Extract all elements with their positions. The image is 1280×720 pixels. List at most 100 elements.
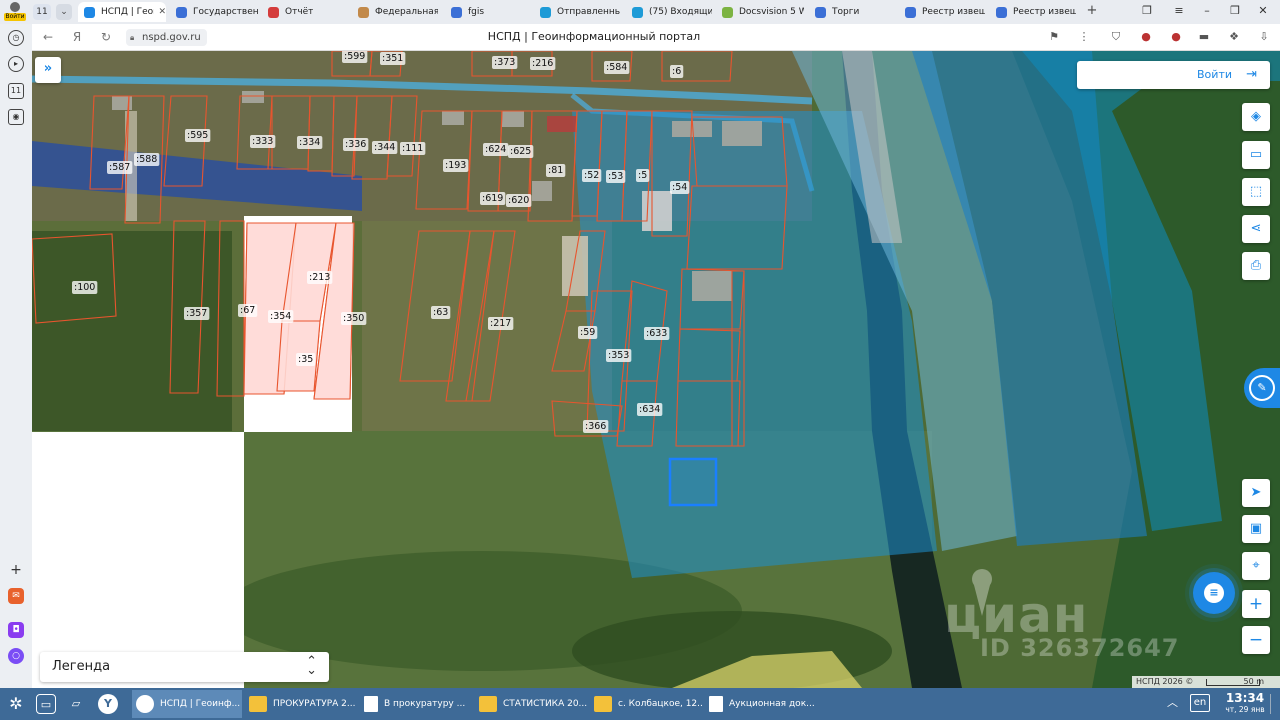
ruler-button[interactable]: ▭ bbox=[1242, 141, 1270, 169]
zoom-out-button[interactable]: − bbox=[1242, 626, 1270, 654]
extension-icon[interactable]: ● bbox=[1168, 29, 1184, 45]
new-tab-button[interactable]: + bbox=[1085, 4, 1099, 18]
tab-federalnaya[interactable]: Федеральная bbox=[358, 2, 438, 22]
layers-button[interactable]: ◈ bbox=[1242, 103, 1270, 131]
mail-app-icon[interactable]: ✉ bbox=[8, 588, 24, 604]
tab-docsvision[interactable]: Docsvision 5 W bbox=[722, 2, 804, 22]
show-desktop-button[interactable] bbox=[1270, 694, 1274, 714]
parcel-label[interactable]: :595 bbox=[187, 130, 208, 141]
protect-icon[interactable]: ⛉ bbox=[1108, 29, 1124, 45]
language-indicator[interactable]: en bbox=[1190, 694, 1210, 712]
tab-list-button[interactable]: ⌄ bbox=[56, 4, 72, 20]
parcel-label[interactable]: :193 bbox=[445, 160, 466, 171]
parcel-label[interactable]: :5 bbox=[638, 170, 647, 181]
tab-reestr-2[interactable]: Реестр извещ bbox=[996, 2, 1076, 22]
parcel-label[interactable]: :81 bbox=[548, 165, 563, 176]
map-view[interactable]: :595:333:334:336:344:111:193:624:625:587… bbox=[32, 51, 1280, 688]
play-icon[interactable]: ▸ bbox=[8, 56, 24, 72]
tab-fgis[interactable]: fgis bbox=[451, 2, 531, 22]
extension-icon[interactable]: ● bbox=[1138, 29, 1154, 45]
parcel-label[interactable]: :625 bbox=[510, 146, 531, 157]
parcel-label[interactable]: :366 bbox=[585, 421, 606, 432]
parcel-label[interactable]: :216 bbox=[532, 58, 553, 69]
file-manager-icon[interactable]: ▱ bbox=[66, 694, 86, 714]
tab-torgi[interactable]: Торги bbox=[815, 2, 895, 22]
legend-dropdown[interactable]: Легенда ⌃ ⌄ bbox=[40, 652, 329, 682]
tab-nspd[interactable]: НСПД | Геои ✕ bbox=[78, 2, 166, 22]
parcel-label[interactable]: :100 bbox=[74, 282, 95, 293]
parcel-label[interactable]: :353 bbox=[608, 350, 629, 361]
chat-button[interactable]: ≡ bbox=[1193, 572, 1235, 614]
parcel-label[interactable]: :52 bbox=[584, 170, 599, 181]
more-options-icon[interactable]: ⋮ bbox=[1076, 29, 1092, 45]
select-area-button[interactable]: ⬚ bbox=[1242, 178, 1270, 206]
parcel-label[interactable]: :217 bbox=[490, 318, 511, 329]
parcel-label[interactable]: :336 bbox=[345, 139, 366, 150]
taskbar-item-prokuratura-folder[interactable]: ПРОКУРАТУРА 2... bbox=[245, 690, 357, 718]
parcel-label[interactable]: :620 bbox=[508, 195, 529, 206]
parcel-label[interactable]: :351 bbox=[382, 53, 403, 64]
reader-icon[interactable]: ▬ bbox=[1196, 29, 1212, 45]
parcel-label[interactable]: :633 bbox=[646, 328, 667, 339]
profile-button[interactable]: Войти bbox=[4, 2, 26, 22]
share-button[interactable]: ⋖ bbox=[1242, 215, 1270, 243]
print-button[interactable]: ⎙ bbox=[1242, 252, 1270, 280]
add-panel-icon[interactable]: + bbox=[8, 562, 24, 578]
parcel-label[interactable]: :350 bbox=[343, 313, 364, 324]
tab-inbox[interactable]: (75) Входящие bbox=[632, 2, 712, 22]
parcel-label[interactable]: :213 bbox=[309, 272, 330, 283]
tab-reestr-1[interactable]: Реестр извещ bbox=[905, 2, 985, 22]
parcel-label[interactable]: :584 bbox=[606, 62, 627, 73]
parcel-label[interactable]: :619 bbox=[482, 193, 503, 204]
parcel-label[interactable]: :63 bbox=[433, 307, 448, 318]
bookmark-icon[interactable]: ⚑ bbox=[1046, 29, 1062, 45]
tab-count-button[interactable]: 11 bbox=[33, 4, 51, 20]
task-view-icon[interactable]: ▭ bbox=[36, 694, 56, 714]
alice-icon[interactable]: ○ bbox=[8, 648, 24, 664]
yandex-browser-icon[interactable]: Y bbox=[98, 694, 118, 714]
zoom-in-button[interactable]: + bbox=[1242, 590, 1270, 618]
parcel-label[interactable]: :111 bbox=[402, 143, 423, 154]
downloads-icon[interactable]: ⇩ bbox=[1256, 29, 1272, 45]
maximize-icon[interactable]: ❒ bbox=[1228, 4, 1242, 18]
minimize-icon[interactable]: – bbox=[1200, 4, 1214, 18]
feedback-tab[interactable]: ✎ bbox=[1244, 368, 1280, 408]
parcel-label[interactable]: :354 bbox=[270, 311, 291, 322]
parcel-label[interactable]: :588 bbox=[136, 154, 157, 165]
collections-icon[interactable]: ❐ bbox=[1140, 4, 1154, 18]
close-window-icon[interactable]: ✕ bbox=[1256, 4, 1270, 18]
parcel-label[interactable]: :59 bbox=[580, 327, 595, 338]
parcel-label[interactable]: :599 bbox=[344, 51, 365, 62]
screenshot-icon[interactable]: ◉ bbox=[8, 109, 24, 125]
taskbar-item-kolbatskoe-folder[interactable]: с. Колбацкое, 12... bbox=[590, 690, 702, 718]
tray-expand-icon[interactable]: ︿ bbox=[1167, 694, 1178, 710]
taskbar-item-auction-doc[interactable]: Аукционная док... bbox=[705, 690, 817, 718]
parcel-label[interactable]: :357 bbox=[186, 308, 207, 319]
login-button[interactable]: Войти ⇥ bbox=[1077, 61, 1270, 89]
parcel-label[interactable]: :634 bbox=[639, 404, 660, 415]
parcel-label[interactable]: :6 bbox=[672, 66, 681, 77]
parcel-label[interactable]: :54 bbox=[672, 182, 687, 193]
taskbar-item-nspd[interactable]: НСПД | Геоинф... bbox=[132, 690, 242, 718]
taskbar-item-statistika-folder[interactable]: СТАТИСТИКА 20... bbox=[475, 690, 587, 718]
parcel-label[interactable]: :35 bbox=[298, 354, 313, 365]
tab-sent-mail[interactable]: Отправленные bbox=[540, 2, 620, 22]
parcel-label[interactable]: :587 bbox=[109, 162, 130, 173]
extension-puzzle-icon[interactable]: ❖ bbox=[1226, 29, 1242, 45]
menu-icon[interactable]: ≡ bbox=[1172, 4, 1186, 18]
parcel-label[interactable]: :67 bbox=[240, 305, 255, 316]
tab-close-icon[interactable]: ✕ bbox=[158, 7, 166, 17]
selected-parcel[interactable] bbox=[668, 457, 718, 507]
counter-icon[interactable]: 11 bbox=[8, 83, 24, 99]
tab-otchet[interactable]: Отчёт bbox=[268, 2, 350, 22]
navigate-button[interactable]: ➤ bbox=[1242, 479, 1270, 507]
parcel-label[interactable]: :373 bbox=[494, 57, 515, 68]
parcel-label[interactable]: :334 bbox=[299, 137, 320, 148]
history-icon[interactable]: ◷ bbox=[8, 30, 24, 46]
start-menu-icon[interactable]: ✲ bbox=[6, 694, 26, 714]
clock[interactable]: 13:34 чт, 29 янв bbox=[1221, 691, 1269, 715]
parcel-label[interactable]: :344 bbox=[374, 142, 395, 153]
tab-gosudarstvenn[interactable]: Государственн bbox=[176, 2, 258, 22]
parcel-label[interactable]: :333 bbox=[252, 136, 273, 147]
locate-button[interactable]: ⌖ bbox=[1242, 552, 1270, 580]
